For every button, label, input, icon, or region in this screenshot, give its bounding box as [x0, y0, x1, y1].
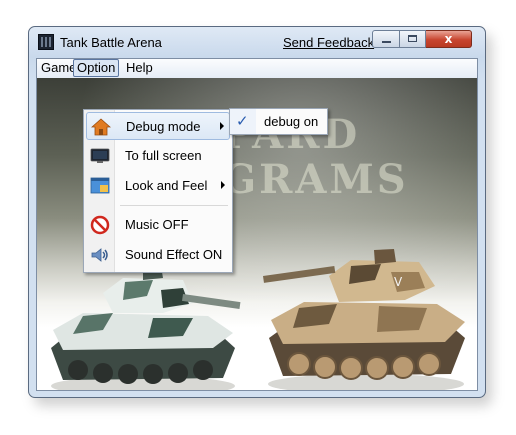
- tank-left-image: [51, 266, 241, 390]
- menu-item-look-and-feel[interactable]: Look and Feel: [86, 172, 230, 200]
- menu-item-label: Music OFF: [125, 217, 189, 232]
- monitor-icon: [90, 148, 110, 163]
- close-button[interactable]: x: [426, 30, 472, 48]
- menu-item-label: Debug mode: [126, 119, 201, 134]
- submenu-item-debug-on[interactable]: debug on: [264, 114, 318, 129]
- menu-item-debug-mode[interactable]: Debug mode: [86, 112, 230, 140]
- maximize-icon: [408, 35, 417, 42]
- checkmark-icon: ✓: [236, 112, 249, 130]
- send-feedback-link[interactable]: Send Feedback: [283, 35, 374, 50]
- menu-item-music-off[interactable]: Music OFF: [86, 211, 230, 239]
- svg-text:V: V: [394, 275, 403, 289]
- app-window: Tank Battle Arena Send Feedback x Game O…: [28, 26, 486, 398]
- tank-right-image: V: [263, 249, 465, 390]
- menu-bar: Game Option Help: [37, 59, 477, 79]
- app-icon: [38, 34, 54, 50]
- window-title: Tank Battle Arena: [60, 35, 162, 50]
- menu-item-label: Look and Feel: [125, 178, 208, 193]
- submenu-arrow-icon: [221, 181, 225, 189]
- home-icon: [91, 118, 111, 136]
- close-icon: x: [444, 32, 453, 46]
- title-bar[interactable]: Tank Battle Arena Send Feedback x: [29, 27, 485, 55]
- minimize-icon: [382, 41, 391, 43]
- menu-option[interactable]: Option: [73, 59, 120, 77]
- minimize-button[interactable]: [372, 30, 400, 48]
- client-area: Game Option Help PARD GRAMS: [36, 58, 478, 391]
- maximize-button[interactable]: [400, 30, 426, 48]
- menu-item-full-screen[interactable]: To full screen: [86, 142, 230, 170]
- menu-item-sound-effect-on[interactable]: Sound Effect ON: [86, 241, 230, 269]
- submenu-arrow-icon: [220, 122, 224, 130]
- speaker-icon: [91, 248, 108, 262]
- no-symbol-icon: [90, 215, 110, 235]
- menu-help[interactable]: Help: [123, 60, 156, 76]
- debug-submenu: ✓ debug on: [229, 108, 328, 135]
- background-text-line2: GRAMS: [222, 156, 409, 203]
- menu-item-label: Sound Effect ON: [125, 247, 223, 262]
- option-dropdown-menu: Debug mode To full screen Look and Feel: [83, 109, 233, 273]
- menu-separator: [120, 205, 228, 206]
- window-icon: [90, 177, 110, 194]
- menu-item-label: To full screen: [125, 148, 202, 163]
